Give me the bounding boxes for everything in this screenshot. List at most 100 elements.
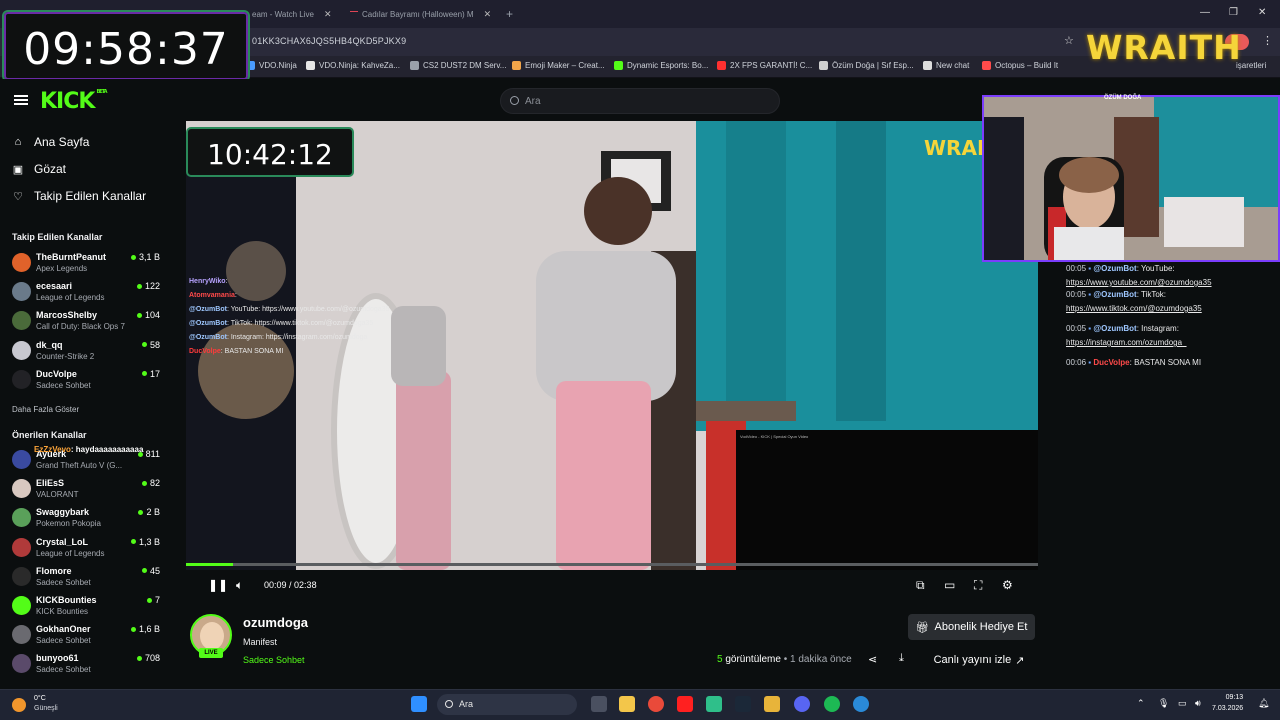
live-badge: LIVE: [199, 648, 223, 658]
sidebar-channel[interactable]: DucVolpe Sadece Sohbet 17: [10, 367, 160, 393]
viewer-count: 1,3 B: [130, 537, 160, 547]
bookmark-item[interactable]: CS2 DUST2 DM Serv...: [410, 61, 506, 70]
sidebar-channel[interactable]: TheBurntPeanut Apex Legends 3,1 B: [10, 250, 160, 276]
search-input[interactable]: Ara: [500, 88, 780, 114]
watch-live-button[interactable]: Canlı yayını izle ↗: [924, 648, 1034, 672]
viewer-count-value: 122: [144, 281, 160, 292]
channel-avatar: [12, 282, 31, 302]
new-tab-button[interactable]: +: [506, 4, 513, 24]
sidebar-channel[interactable]: EliEsS VALORANT 82: [10, 476, 160, 502]
youtube-icon[interactable]: [677, 696, 693, 712]
browser-tab[interactable]: eam - Watch Live ✕: [252, 4, 342, 24]
show-more-link[interactable]: Daha Fazla Göster: [12, 405, 79, 414]
url-field[interactable]: 01KK3CHAX6JQS5HB4QKD5PJKX9: [252, 36, 406, 46]
taskbar-search[interactable]: Ara: [437, 694, 577, 715]
bookmark-item[interactable]: VDO.Ninja: [246, 61, 297, 70]
video-chat-line: @OzumBot: YouTube: https://www.youtube.c…: [189, 303, 389, 317]
bookmark-favicon-icon: [982, 61, 991, 70]
windows-start-icon[interactable]: [411, 696, 427, 712]
chat-username[interactable]: @OzumBot: [1093, 324, 1136, 333]
chat-message: 00:05 ▪ @OzumBot: Instagram: https://inst…: [1066, 322, 1274, 350]
close-window-icon[interactable]: ✕: [1258, 7, 1266, 18]
channel-avatar: [12, 654, 31, 674]
microphone-icon[interactable]: 🎙︎: [1158, 698, 1169, 709]
duration: 02:38: [294, 580, 317, 590]
view-count: 5: [717, 654, 723, 665]
chat-message: 00:06 ▪ DucVolpe: BASTAN SONA MI: [1066, 356, 1274, 370]
sidebar-channel[interactable]: Crystal_LoL League of Legends 1,3 B: [10, 535, 160, 561]
pause-button[interactable]: ❚❚: [208, 578, 228, 592]
live-dot-icon: [136, 283, 142, 289]
file-explorer-icon[interactable]: [619, 696, 635, 712]
stream-category[interactable]: Sadece Sohbet: [243, 655, 305, 665]
chrome-icon[interactable]: [648, 696, 664, 712]
kick-logo[interactable]: KICK BETA: [40, 89, 108, 114]
recommended-channels-title: Önerilen Kanallar: [12, 430, 87, 440]
nav-home[interactable]: ⌂ Ana Sayfa: [12, 135, 90, 149]
volume-icon[interactable]: 🔈︎: [236, 578, 243, 593]
minimize-icon[interactable]: —: [1200, 7, 1210, 18]
xbox-icon[interactable]: [706, 696, 722, 712]
video-progress-bar[interactable]: [186, 563, 1038, 566]
discord-icon[interactable]: [794, 696, 810, 712]
maximize-icon[interactable]: ❐: [1229, 7, 1238, 18]
nav-following[interactable]: ♡ Takip Edilen Kanallar: [12, 189, 146, 203]
channel-avatar: [12, 596, 31, 615]
chat-link[interactable]: https://www.tiktok.com/@ozumdoga35: [1066, 304, 1202, 313]
star-icon[interactable]: ☆: [1064, 34, 1074, 47]
close-icon[interactable]: ✕: [324, 9, 332, 20]
followed-channels-title: Takip Edilen Kanallar: [12, 232, 103, 242]
sidebar-channel[interactable]: Swaggybark Pokemon Pokopia 2 B: [10, 505, 160, 531]
bookmark-item[interactable]: Dynamic Esports: Bo...: [614, 61, 708, 70]
chat-text: : YouTube:: [1136, 264, 1175, 273]
speaker-icon[interactable]: 🔊︎: [1195, 698, 1201, 709]
sidebar-channel[interactable]: KICKBounties KICK Bounties 7: [10, 593, 160, 619]
app-icon[interactable]: [764, 696, 780, 712]
bookmark-label: CS2 DUST2 DM Serv...: [423, 61, 507, 70]
chat-username[interactable]: DucVolpe: [1093, 358, 1129, 367]
fullscreen-icon[interactable]: ⛶: [974, 578, 982, 593]
bookmark-item[interactable]: New chat: [923, 61, 969, 70]
steam-icon[interactable]: [735, 696, 751, 712]
viewer-count: 1,6 B: [130, 624, 160, 634]
nav-browse[interactable]: ▣ Gözat: [12, 162, 66, 176]
pip-icon[interactable]: ⧉: [916, 578, 925, 593]
close-icon[interactable]: ✕: [484, 9, 492, 20]
edge-icon[interactable]: [853, 696, 869, 712]
sidebar-channel[interactable]: GokhanOner Sadece Sohbet 1,6 B: [10, 622, 160, 648]
spotify-icon[interactable]: [824, 696, 840, 712]
sidebar-channel[interactable]: ecesaari League of Legends 122: [10, 279, 160, 305]
channel-category: Call of Duty: Black Ops 7: [36, 322, 125, 332]
task-view-icon[interactable]: [591, 696, 607, 712]
bookmark-item[interactable]: Octopus – Build It: [982, 61, 1058, 70]
bookmark-favicon-icon: [410, 61, 419, 70]
bookmark-item[interactable]: Emoji Maker – Creat...: [512, 61, 605, 70]
bookmark-item[interactable]: VDO.Ninja: KahveZa...: [306, 61, 400, 70]
chat-link[interactable]: https://instagram.com/ozumdoga_: [1066, 338, 1187, 347]
channel-name[interactable]: ozumdoga: [243, 615, 308, 630]
menu-icon[interactable]: ⋮: [1262, 34, 1273, 47]
chat-username[interactable]: @OzumBot: [1093, 264, 1136, 273]
sidebar-channel[interactable]: MarcosShelby Call of Duty: Black Ops 7 104: [10, 308, 160, 334]
settings-icon[interactable]: ⚙: [1002, 578, 1013, 592]
chat-panel: 00:05 ▪ @OzumBot: YouTube: https://www.yo…: [1060, 262, 1280, 689]
progress-fill: [186, 563, 233, 566]
taskbar-clock[interactable]: 09:13 7.03.2026: [1212, 692, 1243, 714]
chat-link[interactable]: https://www.youtube.com/@ozumdoga35: [1066, 278, 1212, 287]
network-icon[interactable]: ▭: [1178, 698, 1187, 709]
sidebar-channel[interactable]: bunyoo61 Sadece Sohbet 708: [10, 651, 160, 677]
share-icon[interactable]: ⋖: [868, 653, 877, 666]
chevron-up-icon[interactable]: ⌃: [1137, 698, 1145, 709]
browser-tab[interactable]: Cadılar Bayramı (Halloween) M ✕: [350, 4, 498, 24]
gift-subscription-button[interactable]: 🎁︎ Abonelik Hediye Et: [908, 614, 1035, 640]
notification-icon[interactable]: 🔔︎: [1258, 698, 1269, 709]
sidebar-channel[interactable]: dk_qq Counter-Strike 2 58: [10, 338, 160, 364]
bookmark-item[interactable]: Özüm Doğa | Sıf Esp...: [819, 61, 914, 70]
video-overlay-timer: 10:42:12: [186, 127, 354, 177]
hamburger-menu-icon[interactable]: [14, 95, 28, 105]
bookmark-item[interactable]: 2X FPS GARANTİ! C...: [717, 61, 812, 70]
chat-username[interactable]: @OzumBot: [1093, 290, 1136, 299]
download-icon[interactable]: ⤓: [899, 652, 904, 665]
theater-mode-icon[interactable]: ▭: [944, 578, 955, 592]
sidebar-channel[interactable]: Flomore Sadece Sohbet 45: [10, 564, 160, 590]
